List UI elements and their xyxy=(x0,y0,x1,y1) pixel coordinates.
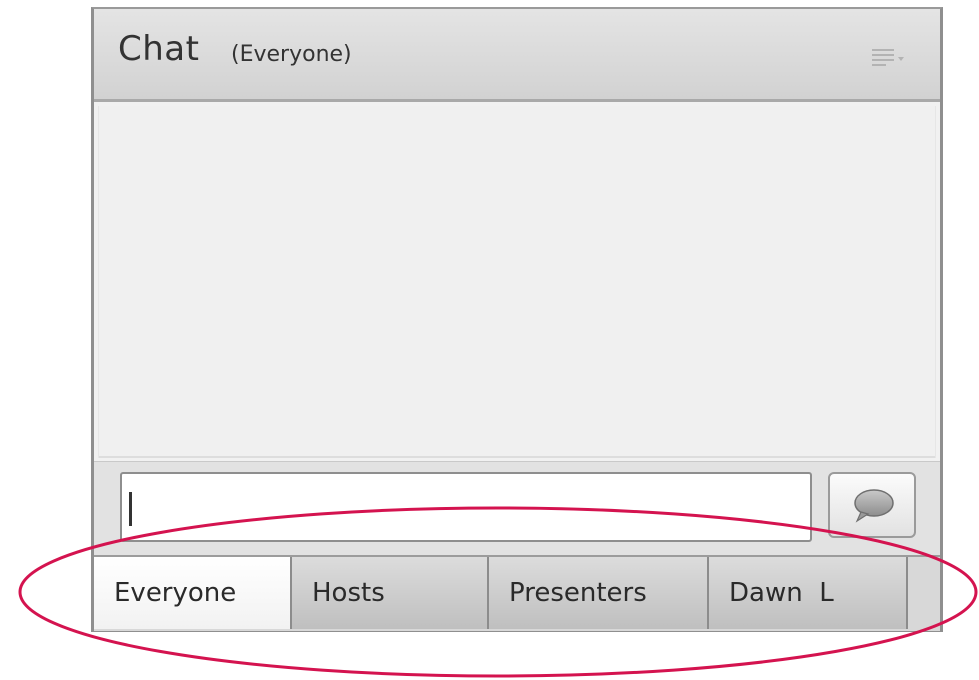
tab-dawn-l-label: Dawn L xyxy=(729,578,834,608)
pod-subtitle: (Everyone) xyxy=(231,42,352,67)
pod-options-menu-icon[interactable] xyxy=(872,49,904,67)
chat-recipient-tabs: Everyone Hosts Presenters Dawn L xyxy=(94,555,940,631)
pod-header: Chat (Everyone) xyxy=(94,9,940,102)
speech-bubble-icon xyxy=(854,489,894,523)
tab-hosts[interactable]: Hosts xyxy=(292,557,489,629)
text-cursor xyxy=(129,492,132,526)
tab-presenters[interactable]: Presenters xyxy=(489,557,709,629)
tab-presenters-label: Presenters xyxy=(509,578,647,608)
pod-title: Chat xyxy=(118,29,200,69)
tab-everyone[interactable]: Everyone xyxy=(94,557,292,629)
chat-message-area[interactable] xyxy=(98,106,936,458)
chat-message-input[interactable] xyxy=(120,472,812,542)
screenshot-stage: Chat (Everyone) Everyone Hosts Presenter… xyxy=(0,0,979,680)
tab-hosts-label: Hosts xyxy=(312,578,385,608)
tab-dawn-l[interactable]: Dawn L xyxy=(709,557,908,629)
chat-pod: Chat (Everyone) Everyone Hosts Presenter… xyxy=(91,7,943,632)
tab-everyone-label: Everyone xyxy=(114,578,237,608)
send-message-button[interactable] xyxy=(828,472,916,538)
chat-composer xyxy=(94,461,940,556)
